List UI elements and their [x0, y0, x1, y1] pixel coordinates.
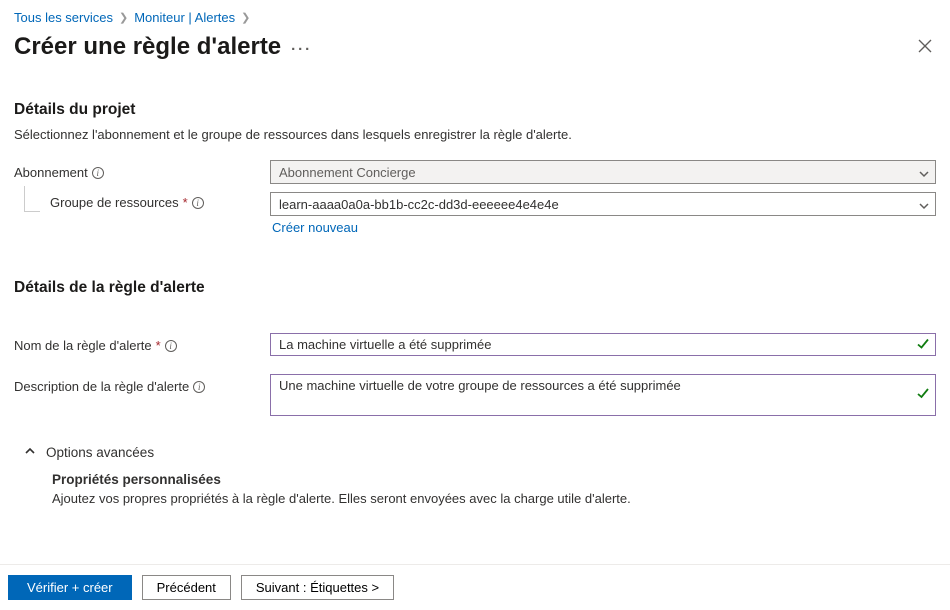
chevron-right-icon: ❯ — [241, 11, 250, 24]
subscription-value: Abonnement Concierge — [279, 165, 416, 180]
rule-description-label: Description de la règle d'alerte — [14, 379, 189, 394]
subscription-label: Abonnement — [14, 165, 88, 180]
chevron-down-icon — [919, 167, 929, 177]
tree-indent-line — [24, 186, 40, 212]
resource-group-label: Groupe de ressources — [50, 195, 179, 210]
subscription-dropdown[interactable]: Abonnement Concierge — [270, 160, 936, 184]
check-icon — [916, 336, 930, 353]
review-create-button[interactable]: Vérifier + créer — [8, 575, 132, 600]
section-subtext-project: Sélectionnez l'abonnement et le groupe d… — [14, 127, 936, 142]
breadcrumb-monitor-alerts[interactable]: Moniteur | Alertes — [134, 10, 235, 25]
close-icon[interactable] — [914, 35, 936, 60]
rule-name-label: Nom de la règle d'alerte — [14, 338, 152, 353]
check-icon — [916, 386, 930, 403]
rule-name-input[interactable] — [270, 333, 936, 356]
more-icon[interactable]: ··· — [291, 41, 312, 58]
required-indicator: * — [156, 338, 161, 353]
chevron-right-icon: ❯ — [119, 11, 128, 24]
advanced-options-label: Options avancées — [46, 445, 154, 460]
footer: Vérifier + créer Précédent Suivant : Éti… — [0, 564, 950, 610]
breadcrumb-all-services[interactable]: Tous les services — [14, 10, 113, 25]
page-title: Créer une règle d'alerte — [14, 33, 281, 61]
advanced-options-toggle[interactable]: Options avancées — [14, 445, 936, 460]
chevron-up-icon — [24, 445, 36, 460]
info-icon[interactable]: i — [192, 197, 204, 209]
resource-group-value: learn-aaaa0a0a-bb1b-cc2c-dd3d-eeeeee4e4e… — [279, 197, 559, 212]
info-icon[interactable]: i — [165, 340, 177, 352]
create-new-link[interactable]: Créer nouveau — [272, 220, 358, 235]
previous-button[interactable]: Précédent — [142, 575, 231, 600]
section-heading-rule: Détails de la règle d'alerte — [14, 279, 936, 297]
breadcrumb: Tous les services ❯ Moniteur | Alertes ❯ — [14, 10, 936, 25]
resource-group-dropdown[interactable]: learn-aaaa0a0a-bb1b-cc2c-dd3d-eeeeee4e4e… — [270, 192, 936, 216]
section-heading-project: Détails du projet — [14, 101, 936, 119]
info-icon[interactable]: i — [193, 381, 205, 393]
custom-properties-heading: Propriétés personnalisées — [52, 472, 936, 487]
info-icon[interactable]: i — [92, 167, 104, 179]
next-button[interactable]: Suivant : Étiquettes > — [241, 575, 394, 600]
required-indicator: * — [183, 195, 188, 210]
custom-properties-desc: Ajoutez vos propres propriétés à la règl… — [52, 491, 936, 506]
rule-description-input[interactable] — [270, 374, 936, 416]
chevron-down-icon — [919, 199, 929, 209]
